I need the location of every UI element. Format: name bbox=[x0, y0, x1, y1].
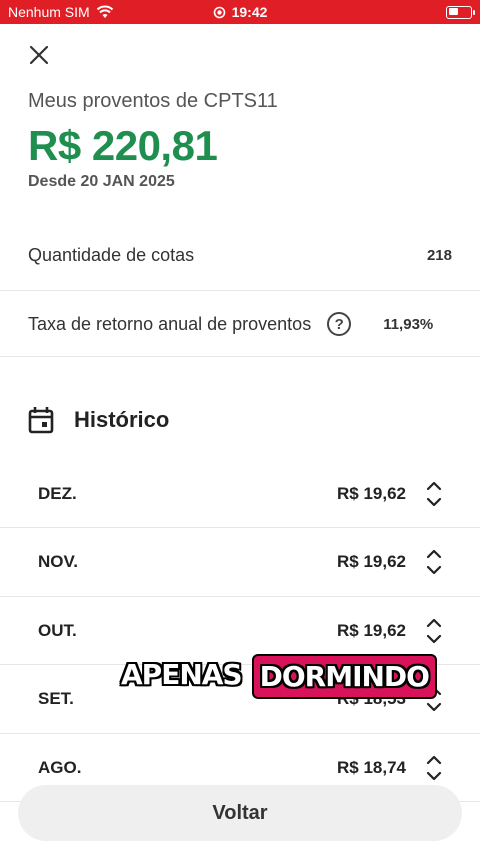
close-icon bbox=[29, 45, 49, 65]
history-value: R$ 19,62 bbox=[337, 552, 406, 571]
history-value: R$ 18,74 bbox=[337, 757, 406, 777]
expand-chevron-icon[interactable] bbox=[426, 614, 442, 648]
page-title: Meus proventos de CPTS11 bbox=[28, 90, 278, 112]
quantity-value: 218 bbox=[426, 246, 452, 264]
expand-chevron-icon[interactable] bbox=[426, 477, 442, 511]
help-icon[interactable]: ? bbox=[327, 312, 352, 336]
quantity-row: Quantidade de cotas 218 bbox=[0, 233, 480, 277]
orientation-lock-icon bbox=[213, 6, 225, 18]
caption-highlight-word: DORMINDO bbox=[251, 654, 437, 699]
history-value: R$ 19,62 bbox=[337, 620, 406, 640]
rate-value: 11,93% bbox=[383, 315, 434, 333]
caption-word: APENAS bbox=[121, 658, 243, 691]
status-right bbox=[446, 5, 475, 19]
history-month: AGO. bbox=[38, 757, 82, 777]
history-month: NOV. bbox=[38, 552, 79, 571]
expand-chevron-icon[interactable] bbox=[426, 545, 442, 579]
history-row[interactable]: NOV. R$ 19,62 bbox=[0, 529, 480, 597]
expand-chevron-icon[interactable] bbox=[426, 751, 442, 785]
history-month: SET. bbox=[38, 689, 74, 708]
history-row[interactable]: DEZ. R$ 19,62 bbox=[0, 460, 480, 528]
clock-time: 19:42 bbox=[231, 4, 268, 20]
divider bbox=[0, 356, 480, 357]
history-header: Histórico bbox=[28, 406, 169, 434]
back-button[interactable]: Voltar bbox=[18, 785, 462, 841]
close-button[interactable] bbox=[24, 40, 54, 70]
calendar-icon bbox=[28, 407, 54, 434]
divider bbox=[0, 290, 480, 291]
battery-level bbox=[448, 8, 458, 15]
status-bar: Nenhum SIM 19:42 bbox=[0, 0, 480, 24]
history-value: R$ 19,62 bbox=[337, 483, 406, 503]
battery-icon bbox=[446, 5, 475, 19]
video-caption: APENAS DORMINDO bbox=[115, 654, 437, 699]
rate-row: Taxa de retorno anual de proventos ? 11,… bbox=[0, 302, 480, 346]
rate-label: Taxa de retorno anual de proventos bbox=[28, 313, 312, 334]
history-month: OUT. bbox=[38, 620, 77, 640]
status-center: 19:42 bbox=[0, 4, 480, 20]
total-proventos: R$ 220,81 bbox=[28, 122, 218, 169]
quantity-label: Quantidade de cotas bbox=[28, 244, 195, 265]
history-month: DEZ. bbox=[38, 483, 77, 503]
since-date: Desde 20 JAN 2025 bbox=[28, 173, 175, 190]
history-title: Histórico bbox=[74, 407, 170, 432]
